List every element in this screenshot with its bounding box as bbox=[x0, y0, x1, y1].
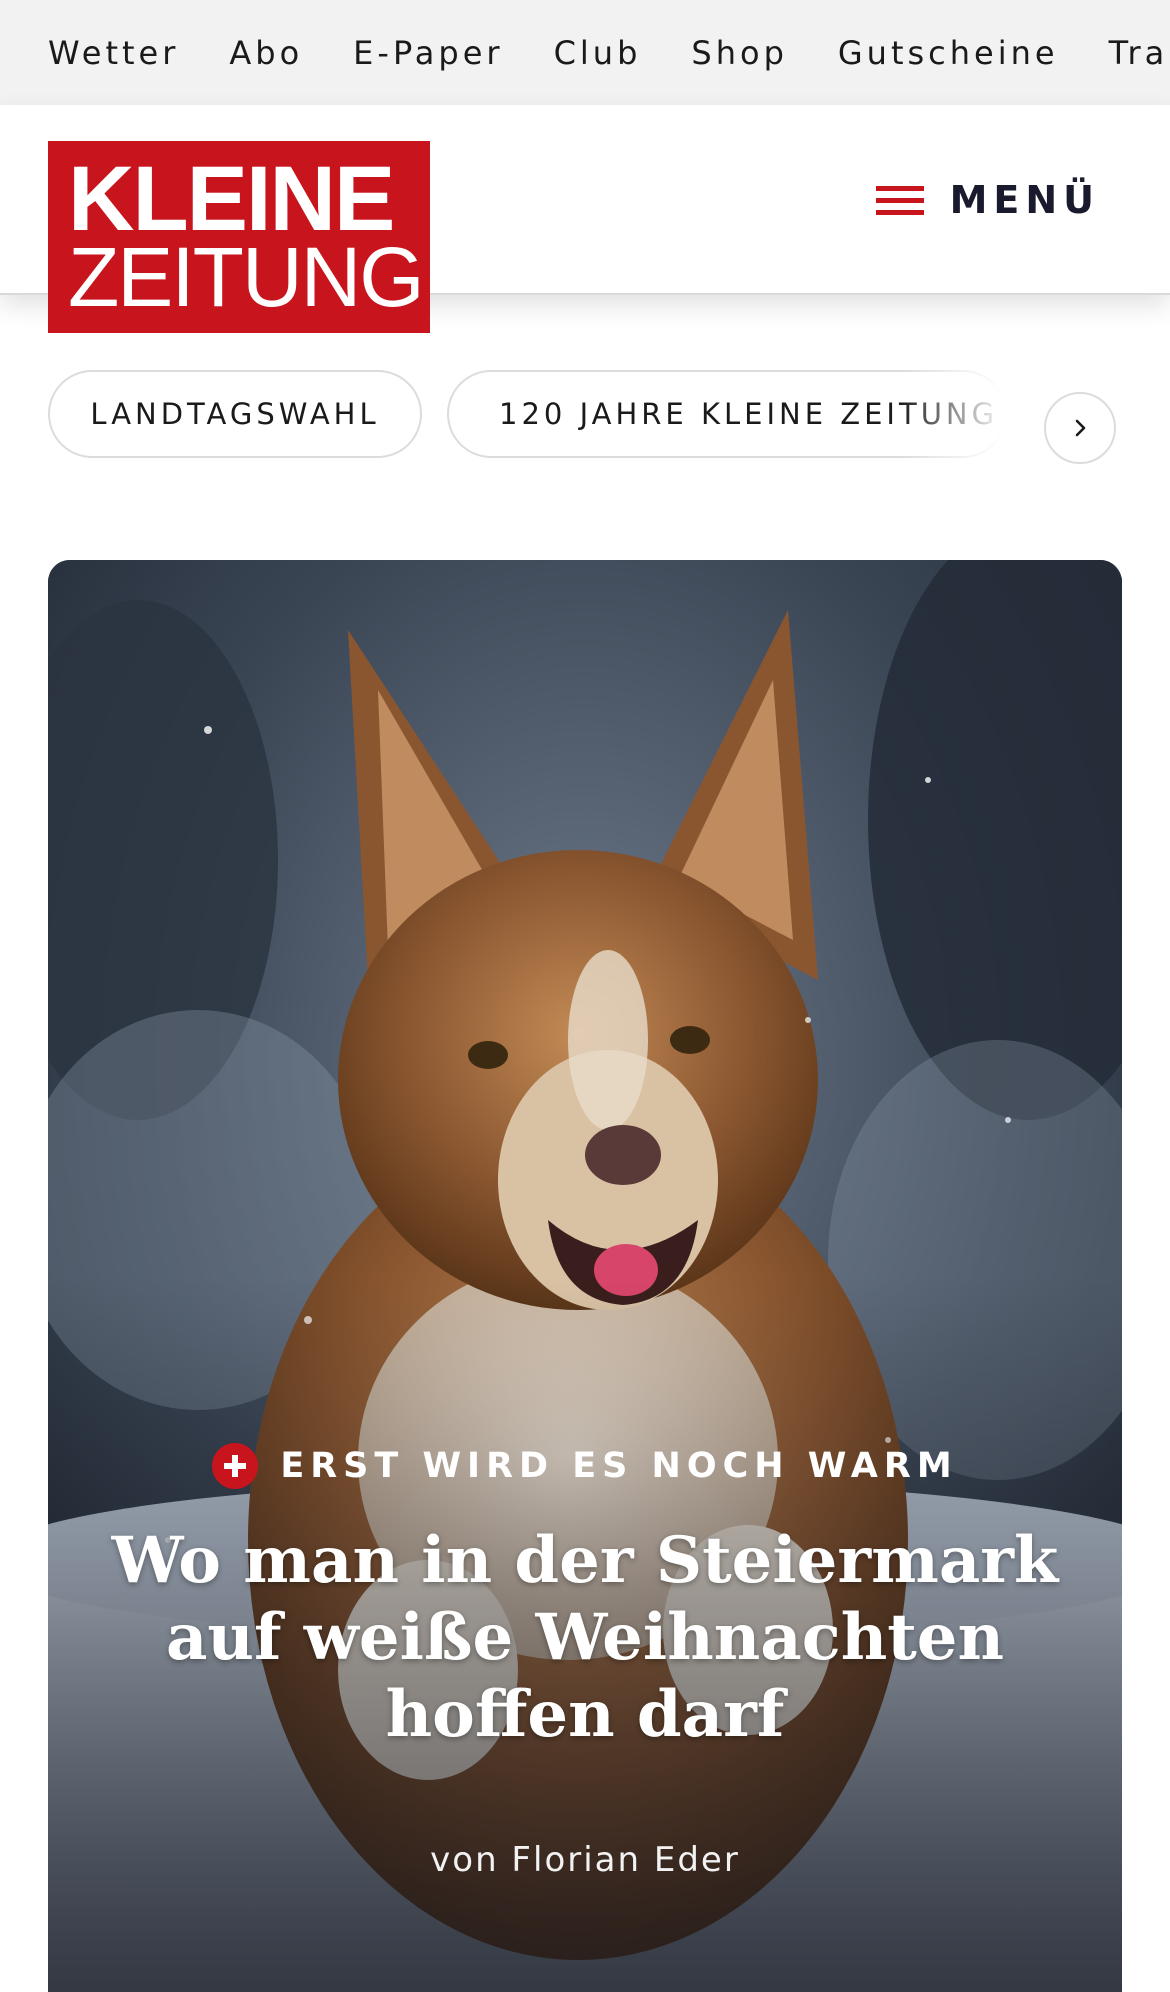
chips-fade bbox=[900, 368, 1040, 468]
service-nav-club[interactable]: Club bbox=[554, 34, 642, 72]
topic-chips: LANDTAGSWAHL 120 JAHRE KLEINE ZEITUNG bbox=[0, 368, 1170, 468]
chevron-right-icon bbox=[1075, 419, 1086, 437]
service-nav-wetter[interactable]: Wetter bbox=[48, 34, 179, 72]
hero-kicker: ERST WIRD ES NOCH WARM bbox=[48, 1440, 1122, 1492]
plus-icon bbox=[212, 1443, 259, 1489]
hero-headline[interactable]: Wo man in der Steiermark auf weiße Weihn… bbox=[108, 1522, 1062, 1753]
site-header: KLEINE ZEITUNG MENÜ bbox=[0, 105, 1170, 333]
service-nav-abo[interactable]: Abo bbox=[229, 34, 303, 72]
hero-byline: von Florian Eder bbox=[430, 1840, 740, 1880]
hamburger-icon bbox=[875, 182, 924, 218]
topic-chip-landtagswahl[interactable]: LANDTAGSWAHL bbox=[48, 370, 422, 458]
hero-teaser[interactable]: ERST WIRD ES NOCH WARM Wo man in der Ste… bbox=[48, 560, 1122, 1992]
hero-gradient-overlay bbox=[48, 560, 1122, 1992]
service-nav-epaper[interactable]: E-Paper bbox=[353, 34, 503, 72]
logo-line-2: ZEITUNG bbox=[68, 230, 425, 324]
site-logo[interactable]: KLEINE ZEITUNG bbox=[48, 141, 430, 333]
service-nav: Wetter Abo E-Paper Club Shop Gutscheine … bbox=[0, 0, 1170, 105]
menu-button[interactable]: MENÜ bbox=[875, 165, 1100, 235]
service-nav-shop[interactable]: Shop bbox=[691, 34, 787, 72]
service-nav-gutscheine[interactable]: Gutscheine bbox=[838, 34, 1059, 72]
menu-label: MENÜ bbox=[949, 178, 1100, 222]
chips-next-button[interactable] bbox=[1044, 392, 1116, 464]
service-nav-trauerportal[interactable]: Trauerportal bbox=[1109, 34, 1170, 72]
service-nav-list: Wetter Abo E-Paper Club Shop Gutscheine … bbox=[48, 0, 1170, 105]
hero-kicker-text: ERST WIRD ES NOCH WARM bbox=[280, 1446, 958, 1486]
